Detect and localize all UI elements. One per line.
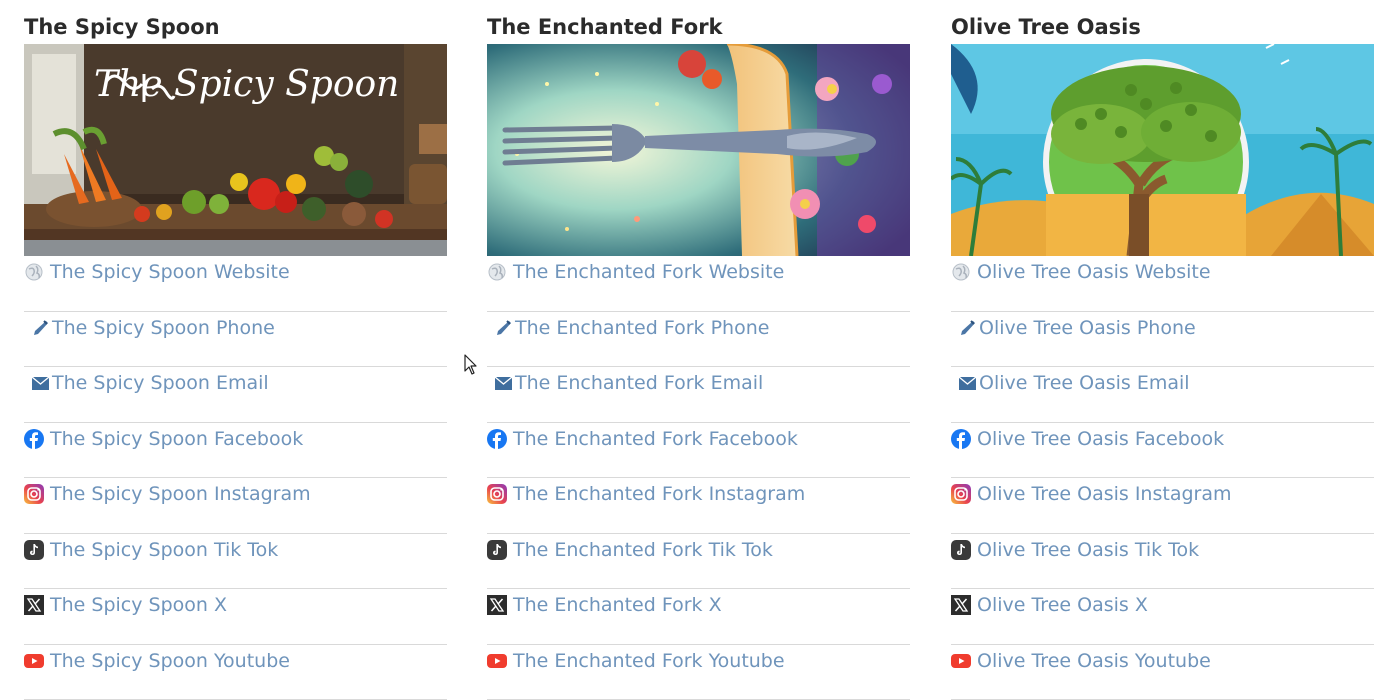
link-item-tiktok[interactable]: The Enchanted Fork Tik Tok	[487, 534, 910, 589]
spicy-spoon-banner-image[interactable]: The Spicy Spoon	[24, 44, 447, 256]
phone-icon	[32, 318, 49, 338]
link-item-instagram[interactable]: The Spicy Spoon Instagram	[24, 478, 447, 534]
youtube-icon	[487, 651, 507, 671]
link-item-x[interactable]: The Spicy Spoon X	[24, 589, 447, 645]
restaurant-title: The Spicy Spoon	[24, 15, 220, 39]
website-link[interactable]: Olive Tree Oasis Website	[977, 261, 1211, 283]
x-link[interactable]: Olive Tree Oasis X	[977, 594, 1148, 616]
link-item-phone[interactable]: Olive Tree Oasis Phone	[951, 312, 1374, 367]
tiktok-link[interactable]: The Enchanted Fork Tik Tok	[513, 539, 773, 561]
link-item-youtube[interactable]: Olive Tree Oasis Youtube	[951, 645, 1374, 700]
link-item-x[interactable]: Olive Tree Oasis X	[951, 589, 1374, 645]
link-item-tiktok[interactable]: Olive Tree Oasis Tik Tok	[951, 534, 1374, 589]
facebook-icon	[24, 428, 44, 449]
globe-icon	[487, 262, 507, 282]
youtube-link[interactable]: The Spicy Spoon Youtube	[50, 650, 290, 672]
mouse-cursor-icon	[464, 354, 477, 375]
email-link[interactable]: The Spicy Spoon Email	[52, 372, 269, 394]
enchanted-fork-banner-image[interactable]	[487, 44, 910, 256]
x-icon	[951, 595, 971, 615]
globe-icon	[951, 262, 971, 282]
restaurant-card-spicy-spoon: The Spicy Spoon The Spicy Spoon The Spic…	[24, 14, 447, 700]
link-item-website[interactable]: The Spicy Spoon Website	[24, 256, 447, 312]
link-item-instagram[interactable]: Olive Tree Oasis Instagram	[951, 478, 1374, 534]
x-link[interactable]: The Spicy Spoon X	[50, 594, 227, 616]
link-item-facebook[interactable]: Olive Tree Oasis Facebook	[951, 423, 1374, 478]
link-list: Olive Tree Oasis Website Olive Tree Oasi…	[951, 256, 1374, 700]
link-item-email[interactable]: The Enchanted Fork Email	[487, 367, 910, 423]
restaurant-card-enchanted-fork: The Enchanted Fork The Enchanted Fork We…	[487, 14, 910, 700]
facebook-link[interactable]: Olive Tree Oasis Facebook	[977, 428, 1224, 450]
phone-link[interactable]: The Enchanted Fork Phone	[515, 317, 769, 339]
facebook-link[interactable]: The Spicy Spoon Facebook	[50, 428, 303, 450]
x-icon	[24, 595, 44, 615]
link-item-facebook[interactable]: The Spicy Spoon Facebook	[24, 423, 447, 478]
email-icon	[495, 373, 512, 393]
instagram-icon	[487, 484, 507, 504]
olive-tree-oasis-banner-image[interactable]	[951, 44, 1374, 256]
phone-icon	[959, 318, 976, 338]
email-link[interactable]: The Enchanted Fork Email	[515, 372, 763, 394]
link-list: The Spicy Spoon Website The Spicy Spoon …	[24, 256, 447, 700]
tiktok-icon	[951, 539, 971, 560]
youtube-link[interactable]: The Enchanted Fork Youtube	[513, 650, 785, 672]
restaurant-title: Olive Tree Oasis	[951, 15, 1141, 39]
youtube-icon	[24, 651, 44, 671]
link-item-website[interactable]: The Enchanted Fork Website	[487, 256, 910, 312]
restaurant-card-olive-tree-oasis: Olive Tree Oasis Olive Tree Oasis Websit…	[951, 14, 1374, 700]
tiktok-link[interactable]: The Spicy Spoon Tik Tok	[50, 539, 278, 561]
link-item-youtube[interactable]: The Spicy Spoon Youtube	[24, 645, 447, 700]
x-link[interactable]: The Enchanted Fork X	[513, 594, 722, 616]
phone-link[interactable]: Olive Tree Oasis Phone	[979, 317, 1196, 339]
banner-text: The Spicy Spoon	[94, 64, 399, 105]
link-item-website[interactable]: Olive Tree Oasis Website	[951, 256, 1374, 312]
tiktok-icon	[24, 539, 44, 560]
link-item-phone[interactable]: The Spicy Spoon Phone	[24, 312, 447, 367]
email-icon	[32, 373, 49, 393]
link-list: The Enchanted Fork Website The Enchanted…	[487, 256, 910, 700]
email-icon	[959, 373, 976, 393]
tiktok-link[interactable]: Olive Tree Oasis Tik Tok	[977, 539, 1199, 561]
youtube-link[interactable]: Olive Tree Oasis Youtube	[977, 650, 1211, 672]
tiktok-icon	[487, 539, 507, 560]
x-icon	[487, 595, 507, 615]
website-link[interactable]: The Enchanted Fork Website	[513, 261, 784, 283]
facebook-link[interactable]: The Enchanted Fork Facebook	[513, 428, 798, 450]
instagram-icon	[24, 484, 44, 504]
link-item-youtube[interactable]: The Enchanted Fork Youtube	[487, 645, 910, 700]
instagram-icon	[951, 484, 971, 504]
link-item-tiktok[interactable]: The Spicy Spoon Tik Tok	[24, 534, 447, 589]
link-item-facebook[interactable]: The Enchanted Fork Facebook	[487, 423, 910, 478]
instagram-link[interactable]: The Spicy Spoon Instagram	[50, 483, 311, 505]
instagram-link[interactable]: The Enchanted Fork Instagram	[513, 483, 805, 505]
instagram-link[interactable]: Olive Tree Oasis Instagram	[977, 483, 1232, 505]
facebook-icon	[487, 428, 507, 449]
link-item-phone[interactable]: The Enchanted Fork Phone	[487, 312, 910, 367]
link-item-x[interactable]: The Enchanted Fork X	[487, 589, 910, 645]
phone-link[interactable]: The Spicy Spoon Phone	[52, 317, 275, 339]
phone-icon	[495, 318, 512, 338]
restaurant-title: The Enchanted Fork	[487, 15, 723, 39]
youtube-icon	[951, 651, 971, 671]
email-link[interactable]: Olive Tree Oasis Email	[979, 372, 1190, 394]
website-link[interactable]: The Spicy Spoon Website	[50, 261, 290, 283]
globe-icon	[24, 262, 44, 282]
restaurant-links-page: The Spicy Spoon The Spicy Spoon The Spic…	[0, 0, 1400, 700]
link-item-instagram[interactable]: The Enchanted Fork Instagram	[487, 478, 910, 534]
link-item-email[interactable]: The Spicy Spoon Email	[24, 367, 447, 423]
facebook-icon	[951, 428, 971, 449]
link-item-email[interactable]: Olive Tree Oasis Email	[951, 367, 1374, 423]
